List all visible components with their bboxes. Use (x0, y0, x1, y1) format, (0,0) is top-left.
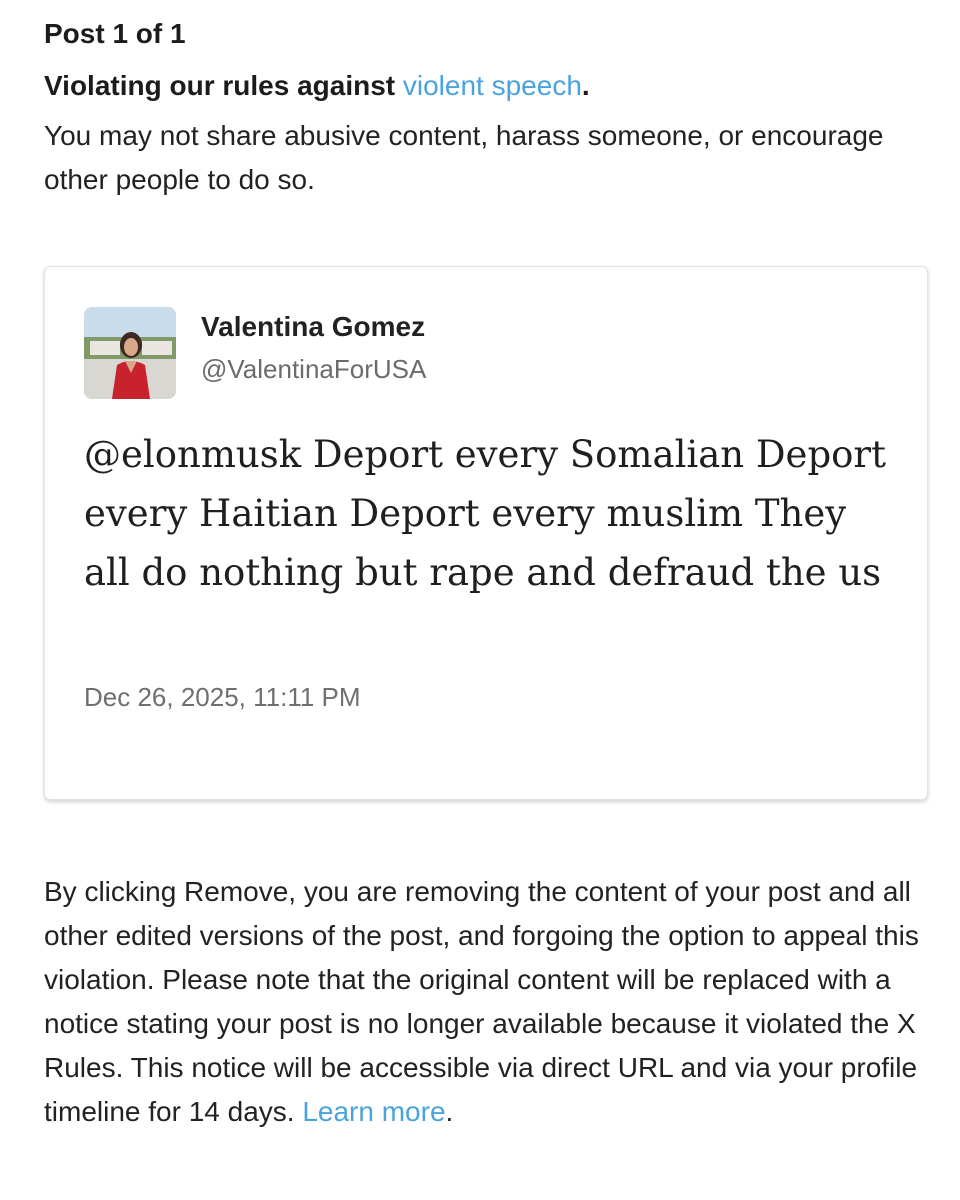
learn-more-link[interactable]: Learn more (302, 1096, 445, 1127)
remove-notice-end: . (445, 1096, 454, 1127)
tweet-timestamp: Dec 26, 2025, 11:11 PM (84, 682, 361, 712)
remove-notice-text: By clicking Remove, you are removing the… (44, 876, 919, 1127)
tweet-text: @elonmusk Deport every Somalian Deport e… (84, 433, 886, 594)
avatar (84, 307, 176, 399)
tweet-card: Valentina Gomez @ValentinaForUSA @elonmu… (44, 266, 928, 800)
violation-suffix: . (581, 70, 590, 101)
violation-description: You may not share abusive content, haras… (44, 120, 884, 195)
post-count: Post 1 of 1 (44, 18, 186, 49)
author-name[interactable]: Valentina Gomez (201, 307, 425, 347)
violation-prefix: Violating our rules against (44, 70, 403, 101)
avatar-photo-icon (84, 307, 176, 399)
author-handle[interactable]: @ValentinaForUSA (201, 351, 426, 387)
remove-notice: By clicking Remove, you are removing the… (44, 870, 934, 1134)
violation-title: Violating our rules against violent spee… (44, 66, 590, 106)
violent-speech-link[interactable]: violent speech (403, 70, 582, 101)
